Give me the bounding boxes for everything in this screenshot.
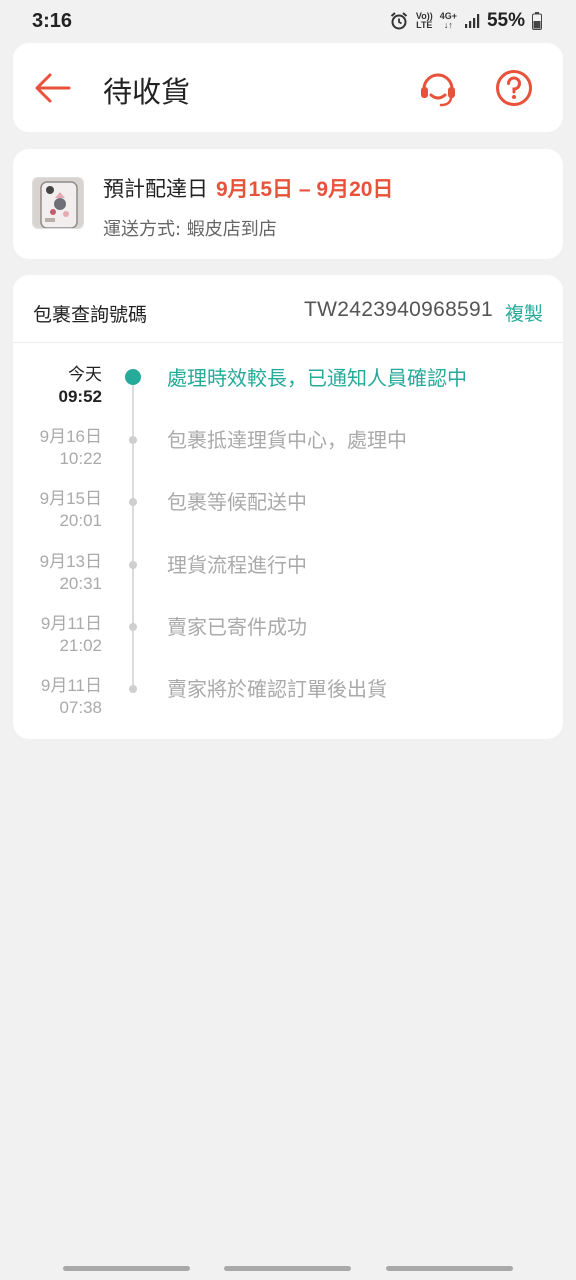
timeline-datetime: 9月13日 20:31 bbox=[39, 552, 102, 593]
eta-line: 預計配達日 9月15日 – 9月20日 bbox=[103, 173, 393, 203]
question-circle-icon bbox=[496, 70, 532, 106]
copy-button[interactable]: 複製 bbox=[505, 299, 543, 326]
timeline-item: 9月11日 07:38 賣家將於確認訂單後出貨 bbox=[13, 675, 563, 737]
timeline-datetime: 9月11日 07:38 bbox=[40, 676, 102, 717]
timeline-text: 包裹等候配送中 bbox=[167, 490, 307, 514]
navigation-bar bbox=[0, 1258, 576, 1280]
arrow-left-icon bbox=[35, 73, 71, 103]
timeline-item: 9月11日 21:02 賣家已寄件成功 bbox=[13, 613, 563, 675]
timeline-item: 今天 09:52 處理時效較長，已通知人員確認中 bbox=[13, 364, 563, 426]
tracking-number: TW2423940968591 bbox=[304, 298, 493, 321]
headset-icon bbox=[421, 73, 455, 107]
volte-icon: Vo)) LTE bbox=[415, 11, 433, 30]
tracking-card: 包裹查詢號碼 TW2423940968591 複製 今天 09:52 處理時效較… bbox=[13, 275, 563, 739]
status-bar: 3:16 Vo)) LTE 4G+ ↓↑ 55% bbox=[0, 0, 576, 42]
nav-back-button[interactable] bbox=[386, 1266, 513, 1271]
timeline-text: 包裹抵達理貨中心，處理中 bbox=[167, 428, 407, 452]
nav-home-button[interactable] bbox=[224, 1266, 351, 1271]
tracking-label: 包裹查詢號碼 bbox=[33, 304, 148, 326]
tracking-header: 包裹查詢號碼 TW2423940968591 複製 bbox=[13, 275, 563, 343]
timeline-dot bbox=[129, 498, 137, 506]
help-button[interactable] bbox=[493, 67, 535, 109]
timeline-dot bbox=[129, 561, 137, 569]
battery-icon bbox=[532, 12, 542, 30]
timeline-datetime: 9月11日 21:02 bbox=[40, 614, 102, 655]
battery-percent: 55% bbox=[486, 10, 525, 31]
eta-label: 預計配達日 bbox=[103, 177, 208, 201]
timeline-datetime: 今天 09:52 bbox=[58, 365, 102, 406]
eta-range: 9月15日 – 9月20日 bbox=[216, 178, 394, 201]
timeline-dot bbox=[129, 623, 137, 631]
nav-recents-button[interactable] bbox=[63, 1266, 190, 1271]
timeline-text: 賣家已寄件成功 bbox=[167, 615, 307, 639]
timeline-datetime: 9月15日 20:01 bbox=[39, 489, 102, 530]
timeline-datetime: 9月16日 10:22 bbox=[39, 427, 102, 468]
customer-service-button[interactable] bbox=[417, 67, 459, 109]
alarm-icon bbox=[390, 12, 408, 30]
timeline-dot bbox=[129, 685, 137, 693]
timeline-item: 9月16日 10:22 包裹抵達理貨中心，處理中 bbox=[13, 426, 563, 488]
timeline-item: 9月13日 20:31 理貨流程進行中 bbox=[13, 551, 563, 613]
signal-icon bbox=[464, 14, 480, 28]
product-thumbnail bbox=[32, 177, 84, 229]
delivery-info-card[interactable]: 預計配達日 9月15日 – 9月20日 運送方式: 蝦皮店到店 bbox=[13, 149, 563, 259]
shipping-method: 運送方式: 蝦皮店到店 bbox=[103, 219, 277, 240]
timeline-text: 賣家將於確認訂單後出貨 bbox=[167, 677, 387, 701]
network-4g-icon: 4G+ ↓↑ bbox=[439, 11, 457, 30]
back-button[interactable] bbox=[33, 68, 73, 108]
header-bar: 待收貨 bbox=[13, 43, 563, 132]
timeline-text: 處理時效較長，已通知人員確認中 bbox=[167, 366, 467, 390]
timeline-item: 9月15日 20:01 包裹等候配送中 bbox=[13, 488, 563, 550]
status-icons: Vo)) LTE 4G+ ↓↑ 55% bbox=[389, 10, 542, 32]
timeline-dot bbox=[129, 436, 137, 444]
status-time: 3:16 bbox=[32, 9, 73, 32]
page-title: 待收貨 bbox=[103, 75, 191, 109]
timeline-text: 理貨流程進行中 bbox=[167, 553, 307, 577]
timeline-dot bbox=[125, 369, 141, 385]
